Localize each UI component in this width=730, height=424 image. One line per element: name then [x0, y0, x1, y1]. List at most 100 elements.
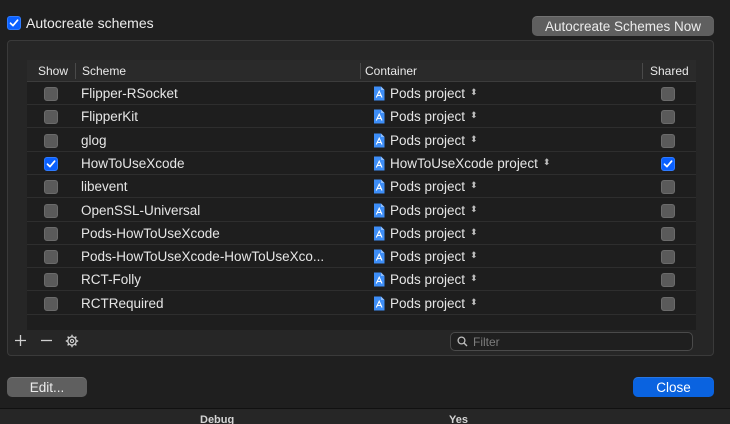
show-checkbox[interactable]	[44, 203, 58, 218]
container-popup[interactable]: Pods project ⬍	[373, 82, 478, 105]
scheme-name: glog	[81, 132, 107, 148]
shared-checkbox[interactable]	[661, 250, 675, 265]
updown-chevron-icon: ⬍	[470, 87, 478, 97]
show-checkbox[interactable]	[44, 110, 58, 125]
updown-chevron-icon: ⬍	[470, 250, 478, 261]
container-popup[interactable]: Pods project ⬍	[373, 175, 478, 198]
container-name: Pods project	[390, 132, 466, 148]
shared-checkbox[interactable]	[661, 110, 675, 125]
edit-button[interactable]: Edit...	[7, 377, 87, 397]
container-popup[interactable]: Pods project ⬍	[373, 199, 478, 222]
table-row[interactable]: RCTRequired Pods project ⬍	[27, 292, 696, 315]
autocreate-checkbox-box[interactable]	[7, 16, 21, 30]
table-row[interactable]: OpenSSL-Universal Pods project ⬍	[27, 199, 696, 222]
scheme-settings-button[interactable]	[65, 334, 79, 352]
xcode-project-icon	[374, 226, 385, 241]
container-popup[interactable]: Pods project ⬍	[373, 129, 478, 152]
schemes-table[interactable]: Show Scheme Container Shared Flipper-RSo…	[27, 60, 696, 330]
gear-icon	[65, 334, 79, 348]
updown-chevron-icon: ⬍	[542, 156, 551, 167]
xcode-project-icon	[374, 156, 385, 171]
scheme-name: OpenSSL-Universal	[81, 202, 201, 218]
table-row[interactable]: HowToUseXcode HowToUseXcode project ⬍	[27, 152, 696, 175]
table-row[interactable]: Flipper-RSocket Pods project ⬍	[27, 82, 696, 105]
table-row[interactable]: glog Pods project ⬍	[27, 129, 696, 152]
updown-chevron-icon: ⬍	[470, 203, 478, 214]
header-show[interactable]: Show	[38, 60, 68, 82]
shared-checkbox[interactable]	[661, 87, 675, 101]
checkmark-icon	[9, 19, 19, 27]
minus-icon	[41, 339, 52, 342]
xcode-project-icon	[374, 179, 385, 194]
scheme-name: Flipper-RSocket	[81, 86, 178, 101]
header-separator	[642, 63, 643, 79]
updown-chevron-icon: ⬍	[470, 226, 478, 237]
xcode-project-icon	[374, 272, 385, 287]
container-popup[interactable]: HowToUseXcode project ⬍	[373, 152, 550, 175]
xcode-project-icon	[374, 296, 385, 311]
row-divider	[27, 313, 696, 315]
container-name: Pods project	[390, 179, 466, 195]
shared-checkbox[interactable]	[661, 226, 675, 241]
shared-checkbox[interactable]	[661, 133, 675, 148]
autocreate-schemes-label: Autocreate schemes	[26, 15, 154, 31]
container-popup[interactable]: Pods project ⬍	[373, 292, 478, 315]
table-row[interactable]: Pods-HowToUseXcode Pods project ⬍	[27, 222, 696, 245]
shared-checkbox[interactable]	[661, 296, 675, 311]
show-checkbox[interactable]	[44, 180, 58, 195]
scheme-name: FlipperKit	[81, 109, 139, 125]
container-name: HowToUseXcode project	[390, 155, 538, 171]
header-container[interactable]: Container	[365, 60, 417, 82]
scheme-name: libevent	[81, 179, 128, 195]
yes-label: Yes	[449, 414, 468, 424]
show-checkbox[interactable]	[44, 273, 58, 288]
table-header: Show Scheme Container Shared	[27, 60, 696, 82]
container-name: Pods project	[390, 225, 466, 241]
shared-checkbox[interactable]	[661, 156, 675, 171]
show-checkbox[interactable]	[44, 156, 58, 171]
container-popup[interactable]: Pods project ⬍	[373, 268, 478, 291]
scheme-name: HowToUseXcode	[81, 155, 185, 171]
header-separator	[360, 63, 361, 79]
header-separator	[75, 63, 76, 79]
checkmark-icon	[663, 160, 673, 168]
table-row[interactable]: Pods-HowToUseXcode-HowToUseXco... Pods pr…	[27, 245, 696, 269]
table-row[interactable]: RCT-Folly Pods project ⬍	[27, 268, 696, 292]
autocreate-schemes-checkbox[interactable]: Autocreate schemes	[7, 15, 154, 31]
table-row[interactable]: libevent Pods project ⬍	[27, 175, 696, 199]
xcode-project-icon	[374, 86, 385, 101]
autocreate-schemes-now-button[interactable]: Autocreate Schemes Now	[532, 16, 714, 36]
shared-checkbox[interactable]	[661, 203, 675, 218]
add-scheme-button[interactable]	[14, 334, 27, 351]
close-button[interactable]: Close	[633, 377, 714, 397]
show-checkbox[interactable]	[44, 133, 58, 148]
container-name: Pods project	[390, 86, 466, 101]
filter-field[interactable]	[450, 332, 693, 351]
container-popup[interactable]: Pods project ⬍	[373, 245, 478, 268]
search-icon	[457, 336, 468, 347]
scheme-name: Pods-HowToUseXcode	[81, 225, 220, 241]
scheme-name: RCT-Folly	[81, 272, 141, 288]
container-name: Pods project	[390, 109, 466, 125]
checkmark-icon	[46, 160, 56, 168]
header-scheme[interactable]: Scheme	[82, 60, 126, 82]
shared-checkbox[interactable]	[661, 180, 675, 195]
table-row[interactable]: FlipperKit Pods project ⬍	[27, 105, 696, 129]
show-checkbox[interactable]	[44, 87, 58, 101]
updown-chevron-icon: ⬍	[470, 296, 478, 307]
xcode-project-icon	[374, 249, 385, 264]
remove-scheme-button[interactable]	[40, 334, 53, 351]
container-name: Pods project	[390, 202, 466, 218]
show-checkbox[interactable]	[44, 296, 58, 311]
container-name: Pods project	[390, 295, 466, 311]
container-name: Pods project	[390, 272, 466, 288]
shared-checkbox[interactable]	[661, 273, 675, 288]
show-checkbox[interactable]	[44, 250, 58, 265]
show-checkbox[interactable]	[44, 226, 58, 241]
container-popup[interactable]: Pods project ⬍	[373, 222, 478, 245]
header-shared[interactable]: Shared	[650, 60, 689, 82]
updown-chevron-icon: ⬍	[470, 273, 478, 284]
scheme-name: RCTRequired	[81, 295, 164, 311]
container-popup[interactable]: Pods project ⬍	[373, 105, 478, 128]
filter-input[interactable]	[473, 334, 673, 349]
